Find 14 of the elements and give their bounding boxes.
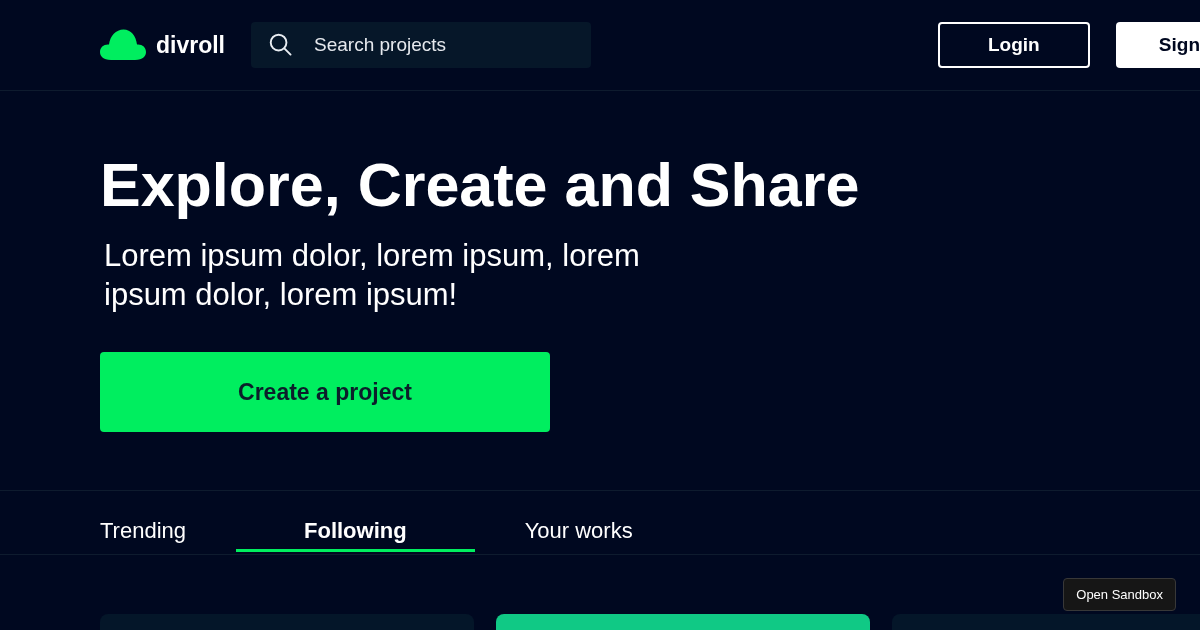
hero-subtitle: Lorem ipsum dolor, lorem ipsum, lorem ipsum dolor, lorem ipsum!: [104, 237, 641, 314]
cloud-icon: [100, 29, 146, 61]
tab[interactable]: Your works: [504, 491, 653, 552]
hero-title: Explore, Create and Share: [100, 150, 860, 221]
search-icon: [269, 33, 292, 56]
search-field[interactable]: Search projects: [251, 22, 591, 68]
project-card[interactable]: [496, 614, 870, 630]
create-project-button[interactable]: Create a project: [100, 352, 550, 432]
brand-name: divroll: [156, 31, 225, 59]
login-button[interactable]: Login: [937, 22, 1090, 68]
open-sandbox-button[interactable]: Open Sandbox: [1063, 578, 1176, 611]
sign-up-button[interactable]: Sign: [1115, 22, 1200, 68]
tab[interactable]: Trending: [80, 491, 206, 552]
tab[interactable]: Following: [236, 491, 475, 552]
